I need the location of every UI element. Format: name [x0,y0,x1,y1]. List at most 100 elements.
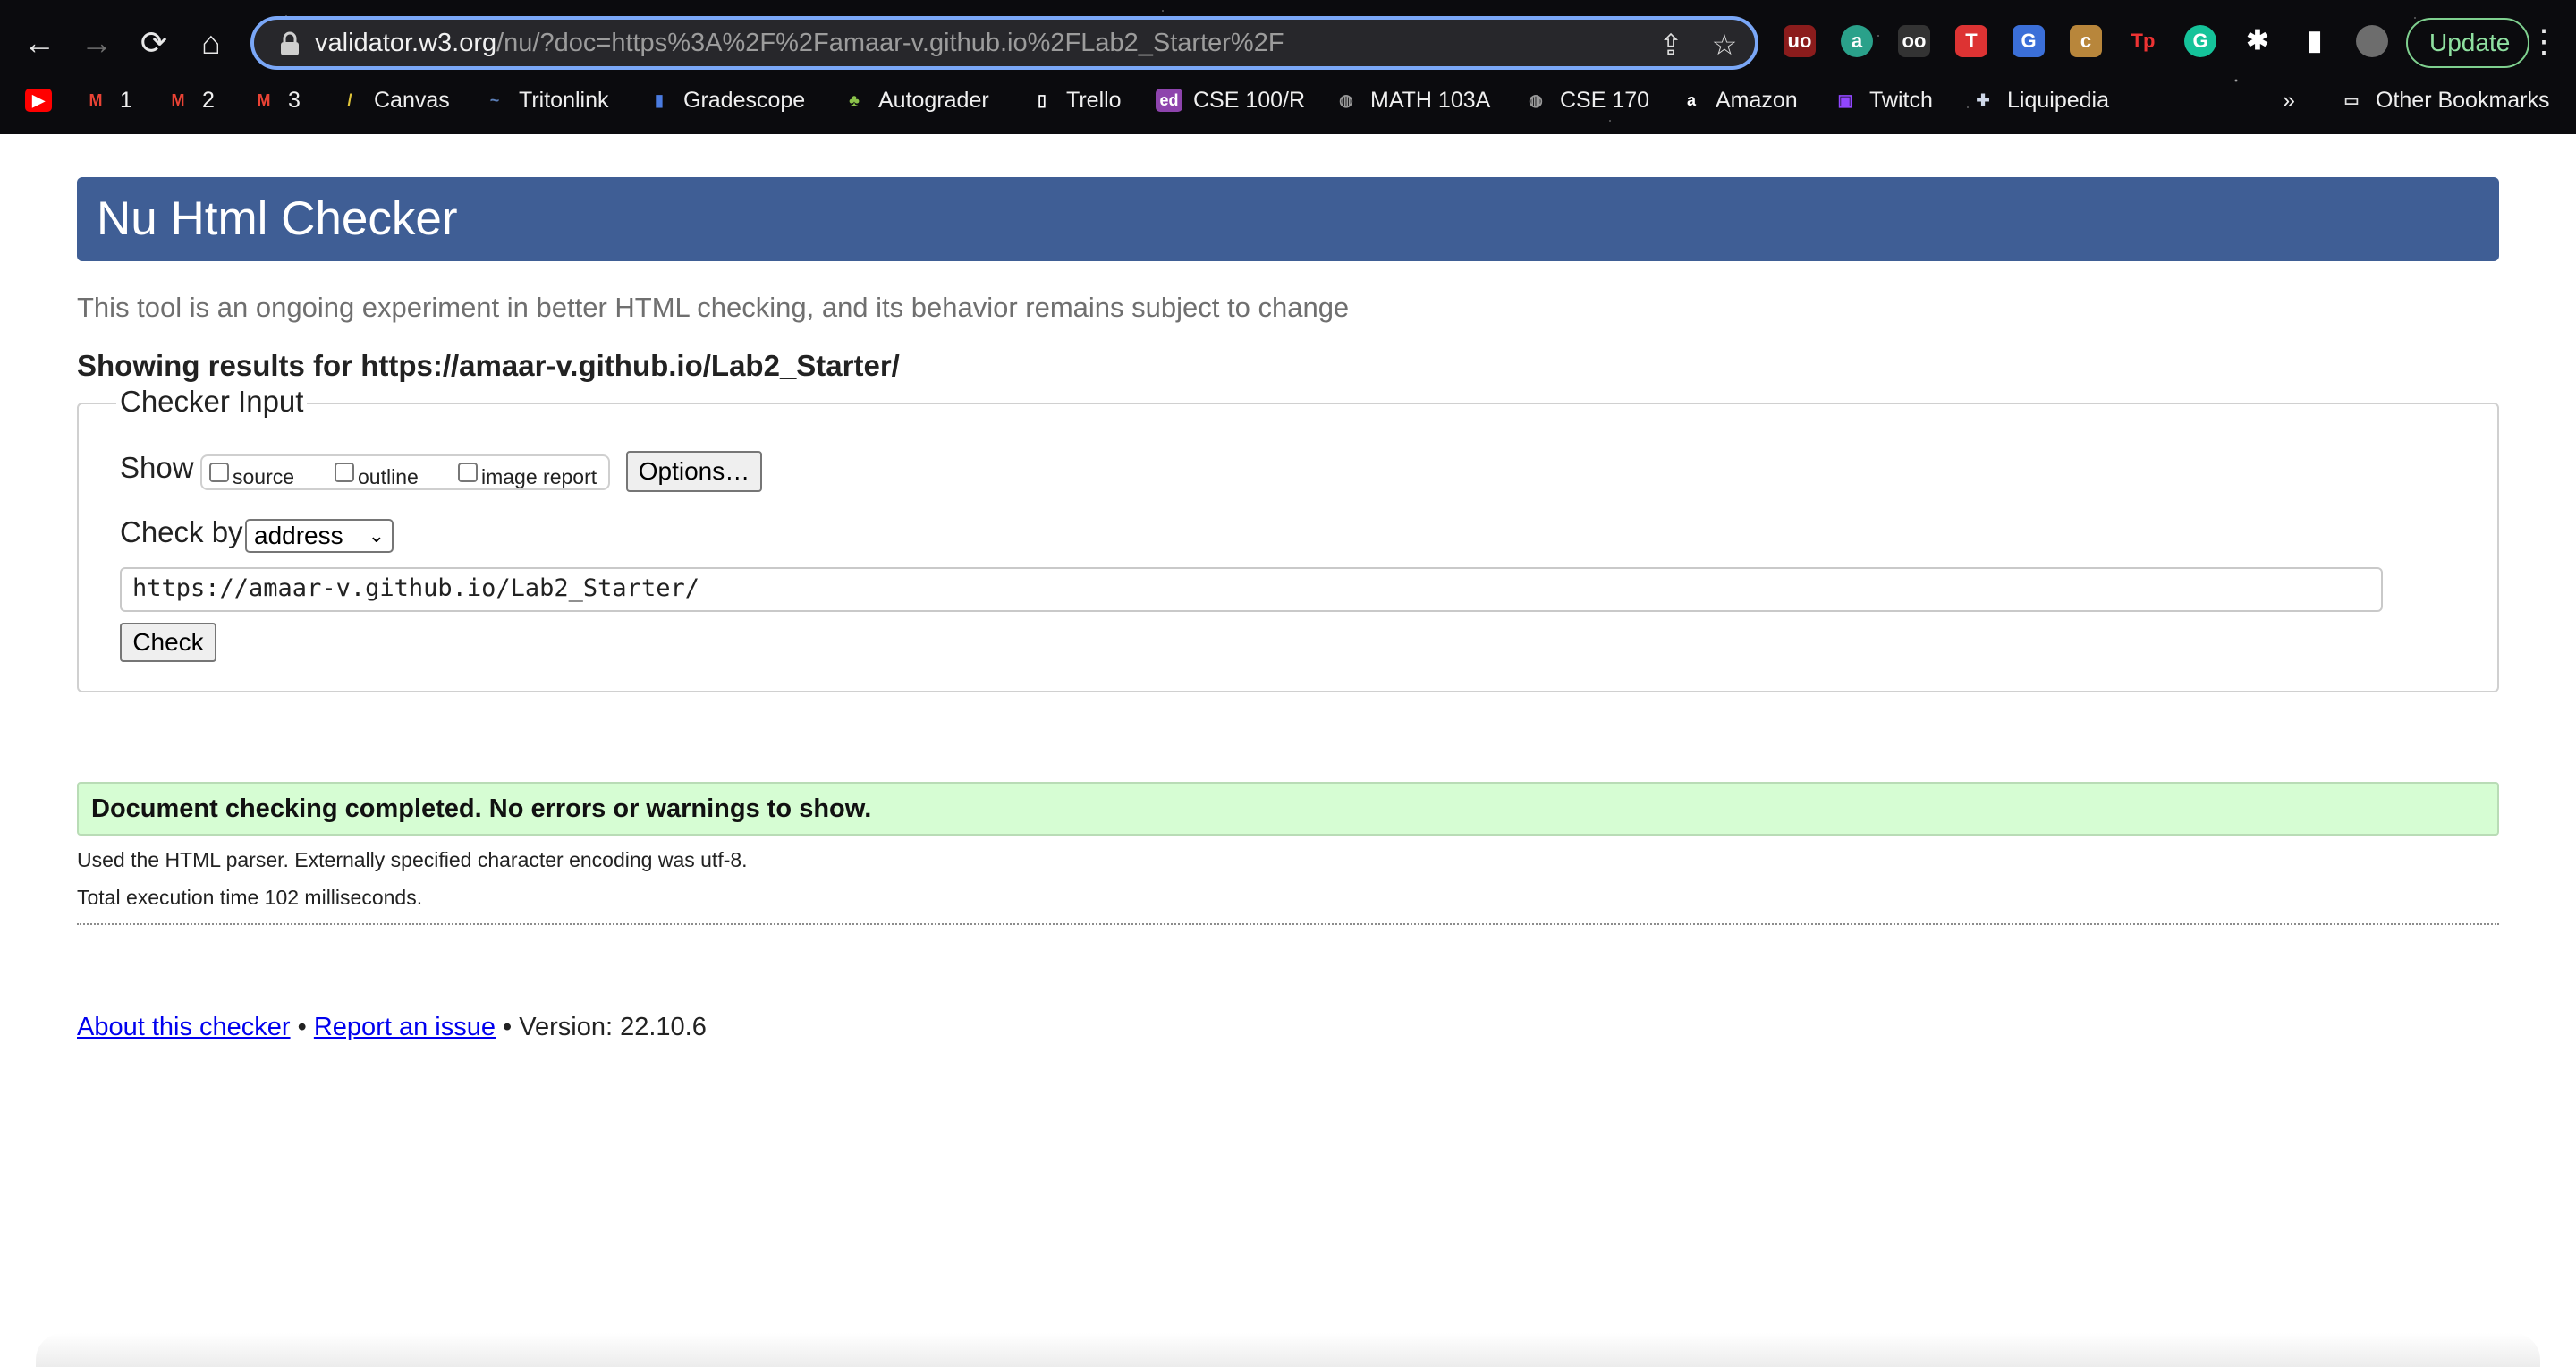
twitch-icon: ▣ [1837,91,1853,109]
bookmark-autograder[interactable]: ♣ Autograder [841,82,989,118]
bookmark-amazon[interactable]: a Amazon [1678,82,1798,118]
checker-input-fieldset: Checker Input Show source outline image … [77,385,2499,692]
about-link[interactable]: About this checker [77,1013,291,1041]
gmail-icon: M [171,91,185,109]
other-bookmarks[interactable]: ▭ Other Bookmarks [2338,82,2550,118]
reload-icon[interactable]: ⟳ [132,21,175,64]
page-header: Nu Html Checker [77,177,2499,261]
parser-details: Used the HTML parser. Externally specifi… [77,848,748,871]
t-extension-icon[interactable]: T [1955,25,1987,57]
triton-icon: ~ [489,91,500,109]
trello-icon: ▯ [1038,91,1046,109]
bookmark-2[interactable]: M2 [165,82,215,118]
check-button[interactable]: Check [120,623,216,662]
translate-extension-icon[interactable]: G [2012,25,2045,57]
bookmarks-bar: ▶ M 1 M 2 M 3/Canvas ~ Tritonlink ▮ Gradescope ♣ Aut… [0,82,2576,118]
bookmark-gradescope[interactable]: ▮ Gradescope [646,82,805,118]
check-by-label: Check by [120,515,243,548]
back-arrow-icon[interactable]: ← [18,21,61,64]
bookmark-twitch[interactable]: ▣ Twitch [1832,82,1933,118]
bookmark-cse-100-r[interactable]: ed CSE 100/R [1156,82,1305,118]
bookmark-cse-170[interactable]: ◍ CSE 170 [1522,82,1649,118]
update-button[interactable]: Update [2406,18,2529,68]
execution-time: Total execution time 102 milliseconds. [77,886,423,909]
bookmark-label: Canvas [374,88,450,113]
bookmark-label: Tritonlink [519,88,609,113]
a-extension-icon[interactable]: a [1841,25,1873,57]
bookmark-label: Twitch [1869,88,1933,113]
kebab-menu-icon[interactable]: ⋮ [2528,20,2560,63]
gradescope-icon: ▮ [655,91,664,109]
chevron-down-icon: ⌄ [368,524,385,547]
bookmarks-overflow-icon[interactable]: » [2283,82,2295,118]
puzzle-icon[interactable]: ✱ [2241,25,2274,57]
bookmark-liquipedia[interactable]: ✚ Liquipedia [1970,82,2109,118]
glasses-extension-icon[interactable]: oo [1898,25,1930,57]
tagline: This tool is an ongoing experiment in be… [77,292,1350,323]
document-url-input[interactable]: https://amaar-v.github.io/Lab2_Starter/ [120,567,2383,612]
star-icon[interactable]: ☆ [1708,29,1741,61]
show-options-group: source outline image report [200,454,610,490]
bookmark-label: 3 [288,88,301,113]
bookmark-label: CSE 100/R [1193,88,1306,113]
checkbox-box[interactable] [335,462,354,482]
globe-icon: ◍ [1339,91,1353,109]
show-label: Show [120,451,194,484]
lock-icon [281,31,299,55]
bookmark-3[interactable]: M3 [250,82,301,118]
bookmark-label: 2 [202,88,215,113]
sidebar-icon[interactable]: ▮ [2299,25,2331,57]
folder-icon: ▭ [2343,91,2360,109]
share-icon[interactable]: ⇪ [1655,29,1687,61]
bookmark-label: 1 [120,88,132,113]
footer: About this checker • Report an issue • V… [77,1013,707,1041]
youtube-icon: ▶ [25,89,52,112]
bookmark-tritonlink[interactable]: ~ Tritonlink [481,82,609,118]
ublock-extension-icon[interactable]: uo [1784,25,1816,57]
canvas-icon: / [347,91,352,109]
home-icon[interactable]: ⌂ [190,21,233,64]
bookmark-label: Liquipedia [2007,88,2109,113]
gmail-icon: M [89,91,103,109]
forward-arrow-icon[interactable]: → [75,21,118,64]
checkbox-box[interactable] [209,462,229,482]
window-edge-shadow [36,1333,2540,1367]
bookmark-label: CSE 170 [1560,88,1650,113]
source-checkbox[interactable]: source [209,460,294,488]
grammarly-extension-icon[interactable]: G [2184,25,2216,57]
version-text: • Version: 22.10.6 [495,1013,707,1041]
checkbox-box[interactable] [458,462,478,482]
page-content: Nu Html Checker This tool is an ongoing … [0,134,2576,1367]
bonsai-icon: ♣ [849,91,860,109]
image-report-checkbox[interactable]: image report [458,460,597,488]
other-bookmarks-label: Other Bookmarks [2376,88,2550,113]
tp-extension-icon[interactable]: Tp [2127,25,2159,57]
options-button[interactable]: Options… [626,451,762,492]
address-url: validator.w3.org/nu/?doc=https%3A%2F%2Fa… [315,29,1284,57]
divider [77,923,2499,925]
page-title: Nu Html Checker [97,192,458,245]
liquipedia-icon: ✚ [1976,91,1990,109]
bookmark-label: Gradescope [683,88,806,113]
checker-input-legend: Checker Input [116,385,308,419]
bookmark-label: Autograder [878,88,989,113]
report-issue-link[interactable]: Report an issue [314,1013,496,1041]
bookmark-label: MATH 103A [1370,88,1491,113]
outline-checkbox[interactable]: outline [335,460,419,488]
bookmark-label: Amazon [1716,88,1798,113]
bookmark-math-103a[interactable]: ◍ MATH 103A [1333,82,1490,118]
showing-results-heading: Showing results for https://amaar-v.gith… [77,349,900,382]
bookmark-1[interactable]: M1 [82,82,132,118]
camel-extension-icon[interactable]: c [2070,25,2102,57]
ed-icon: ed [1156,89,1182,112]
address-bar[interactable]: validator.w3.org/nu/?doc=https%3A%2F%2Fa… [250,16,1758,70]
result-success-message: Document checking completed. No errors o… [77,782,2499,836]
bookmark-youtube[interactable]: ▶ [25,82,52,118]
globe-icon: ◍ [1529,91,1543,109]
bookmark-trello[interactable]: ▯ Trello [1029,82,1122,118]
amazon-icon: a [1686,91,1696,109]
bookmark-label: Trello [1066,88,1122,113]
avatar[interactable] [2356,25,2388,57]
bookmark-canvas[interactable]: / Canvas [336,82,450,118]
check-by-select[interactable]: address ⌄ [245,519,394,553]
